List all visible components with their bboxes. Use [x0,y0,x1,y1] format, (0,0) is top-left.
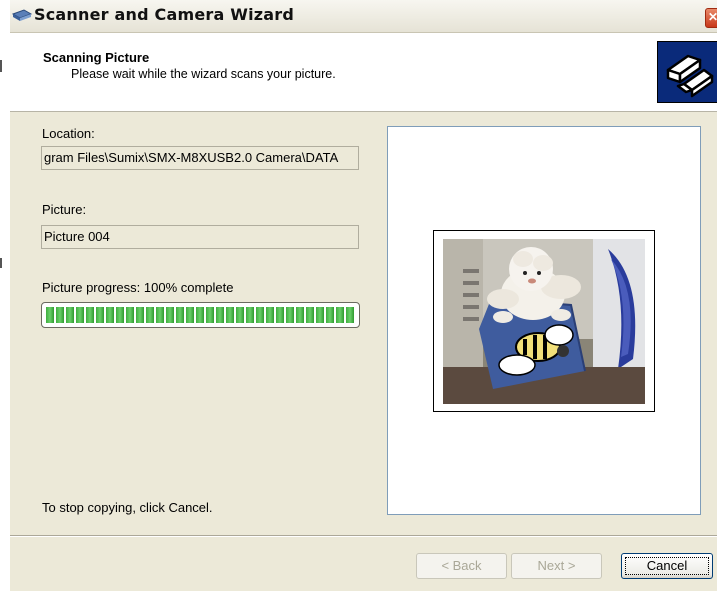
next-button[interactable]: Next > [511,553,602,579]
preview-panel [387,126,701,515]
window-title: Scanner and Camera Wizard [34,5,295,24]
scanner-camera-logo-icon [657,41,717,103]
location-field: gram Files\Sumix\SMX-M8XUSB2.0 Camera\DA… [41,146,359,170]
page-title: Scanning Picture [43,50,150,65]
page-subtitle: Please wait while the wizard scans your … [71,67,336,81]
progress-fill [46,307,355,323]
picture-label: Picture: [42,202,87,217]
close-button[interactable]: ✕ [705,8,717,28]
wizard-window: Scanner and Camera Wizard ✕ Scanning Pic… [10,0,717,591]
picture-field: Picture 004 [41,225,359,249]
close-icon: ✕ [708,10,717,24]
picture-progress-bar [41,302,360,328]
stop-hint: To stop copying, click Cancel. [42,500,213,515]
wizard-header: Scanning Picture Please wait while the w… [10,33,717,112]
location-label: Location: [42,126,95,141]
progress-label: Picture progress: 100% complete [42,280,234,295]
thumbnail-frame [433,230,655,412]
scanner-icon [12,9,32,21]
back-button[interactable]: < Back [416,553,507,579]
edge-mark [0,258,2,268]
footer-divider [10,535,717,537]
cancel-button[interactable]: Cancel [621,553,713,579]
title-bar[interactable]: Scanner and Camera Wizard ✕ [10,0,717,33]
edge-mark [0,60,2,72]
scanned-picture [443,239,645,404]
cancel-label: Cancel [646,558,688,573]
